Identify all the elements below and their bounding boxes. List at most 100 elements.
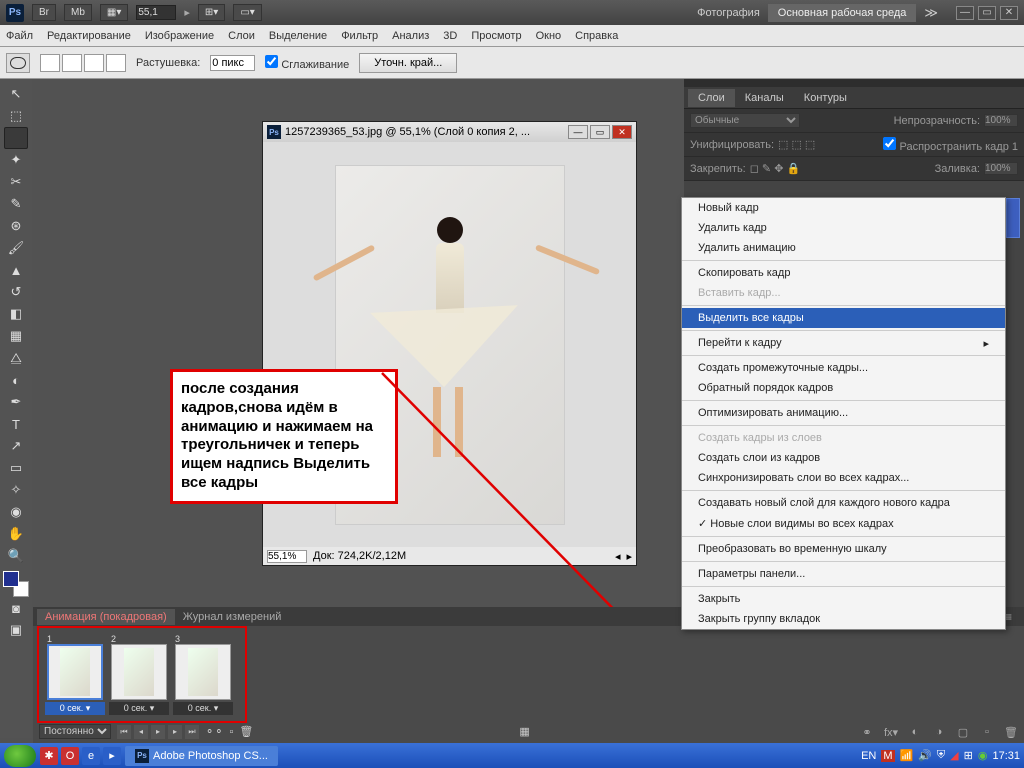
crop-tool[interactable]: ✂ bbox=[4, 171, 28, 193]
propagate-check[interactable]: Распространить кадр 1 bbox=[883, 137, 1018, 153]
menu-view[interactable]: Просмотр bbox=[471, 30, 521, 42]
menu-item[interactable]: Оптимизировать анимацию... bbox=[682, 403, 1005, 423]
blend-mode[interactable]: Обычные bbox=[690, 113, 800, 128]
menu-item[interactable]: Закрыть bbox=[682, 589, 1005, 609]
menu-item[interactable]: Преобразовать во временную шкалу bbox=[682, 539, 1005, 559]
antialias-check[interactable]: Сглаживание bbox=[265, 55, 349, 71]
opacity-input[interactable] bbox=[984, 114, 1018, 127]
close-icon[interactable]: ✕ bbox=[1000, 6, 1018, 20]
pen-tool[interactable]: ✒ bbox=[4, 391, 28, 413]
tray-gpu[interactable]: ⊞ bbox=[964, 749, 973, 762]
menu-item[interactable]: Выделить все кадры bbox=[682, 308, 1005, 328]
next-frame[interactable]: ▸ bbox=[168, 725, 182, 739]
menu-filter[interactable]: Фильтр bbox=[341, 30, 378, 42]
frame-3[interactable]: 30 сек. ▾ bbox=[173, 634, 233, 715]
viewextra-btn[interactable]: ⊞▾ bbox=[198, 4, 225, 21]
quickmask-tool[interactable]: ◙ bbox=[4, 597, 28, 619]
selection-mode-group[interactable] bbox=[40, 54, 126, 72]
color-swatches[interactable] bbox=[3, 571, 29, 597]
lock-icons[interactable]: ◻ ✎ ✥ 🔒 bbox=[750, 162, 800, 175]
gradient-tool[interactable]: ▦ bbox=[4, 325, 28, 347]
mask-icon[interactable]: ◐ bbox=[906, 724, 924, 740]
minibridge-btn[interactable]: Mb bbox=[64, 4, 92, 21]
zoom-tool[interactable]: 🔍 bbox=[4, 545, 28, 567]
type-tool[interactable]: T bbox=[4, 413, 28, 435]
group-icon[interactable]: ▢ bbox=[954, 724, 972, 740]
fill-input[interactable] bbox=[984, 162, 1018, 175]
zoom-input[interactable] bbox=[136, 5, 176, 20]
path-tool[interactable]: ↗ bbox=[4, 435, 28, 457]
marquee-tool[interactable]: ⬚ bbox=[4, 105, 28, 127]
menu-item[interactable]: Перейти к кадру bbox=[682, 333, 1005, 353]
menu-item[interactable]: Синхронизировать слои во всех кадрах... bbox=[682, 468, 1005, 488]
menu-edit[interactable]: Редактирование bbox=[47, 30, 131, 42]
menu-select[interactable]: Выделение bbox=[269, 30, 327, 42]
menu-3d[interactable]: 3D bbox=[443, 30, 457, 42]
last-frame[interactable]: ⏭ bbox=[185, 725, 199, 739]
lang-ind[interactable]: EN bbox=[861, 750, 876, 762]
task-photoshop[interactable]: Ps Adobe Photoshop CS... bbox=[125, 746, 278, 766]
tab-channels[interactable]: Каналы bbox=[735, 89, 794, 107]
maximize-icon[interactable]: ▭ bbox=[978, 6, 996, 20]
menu-item[interactable]: Создать промежуточные кадры... bbox=[682, 358, 1005, 378]
menu-analysis[interactable]: Анализ bbox=[392, 30, 429, 42]
ql-opera[interactable]: O bbox=[61, 747, 79, 765]
new-frame-btn[interactable]: ▫ bbox=[229, 726, 233, 738]
play[interactable]: ▸ bbox=[151, 725, 165, 739]
tray-av[interactable]: ◢ bbox=[950, 749, 958, 762]
tab-paths[interactable]: Контуры bbox=[794, 89, 857, 107]
adj-icon[interactable]: ◑ bbox=[930, 724, 948, 740]
menu-item[interactable]: Скопировать кадр bbox=[682, 263, 1005, 283]
loop-select[interactable]: Постоянно bbox=[39, 724, 111, 739]
tray-net[interactable]: 📶 bbox=[900, 749, 914, 762]
newlayer-icon[interactable]: ▫ bbox=[978, 724, 996, 740]
shape-tool[interactable]: ▭ bbox=[4, 457, 28, 479]
doc-close[interactable]: ✕ bbox=[612, 125, 632, 139]
menu-item[interactable]: Новые слои видимы во всех кадрах bbox=[682, 513, 1005, 534]
refine-edge-btn[interactable]: Уточн. край... bbox=[359, 53, 457, 73]
ql-ie[interactable]: ✱ bbox=[40, 747, 58, 765]
prev-frame[interactable]: ◂ bbox=[134, 725, 148, 739]
layer-thumb-selected[interactable] bbox=[1006, 198, 1020, 238]
menu-window[interactable]: Окно bbox=[536, 30, 562, 42]
scroll-right[interactable]: ▸ bbox=[626, 550, 632, 563]
tab-anim[interactable]: Анимация (покадровая) bbox=[37, 609, 175, 625]
menu-image[interactable]: Изображение bbox=[145, 30, 214, 42]
tab-layers[interactable]: Слои bbox=[688, 89, 735, 107]
menu-item[interactable]: Закрыть группу вкладок bbox=[682, 609, 1005, 629]
minimize-icon[interactable]: — bbox=[956, 6, 974, 20]
start-button[interactable] bbox=[4, 745, 36, 767]
lasso-tool[interactable] bbox=[4, 127, 28, 149]
menu-item[interactable]: Параметры панели... bbox=[682, 564, 1005, 584]
3d-tool[interactable]: ✧ bbox=[4, 479, 28, 501]
screenmode-btn[interactable]: ▦▾ bbox=[100, 4, 128, 21]
menu-layer[interactable]: Слои bbox=[228, 30, 255, 42]
expand-icon[interactable]: ≫ bbox=[924, 5, 938, 21]
zoom-arrow[interactable]: ▸ bbox=[184, 6, 190, 19]
eraser-tool[interactable]: ◧ bbox=[4, 303, 28, 325]
dodge-tool[interactable]: ◐ bbox=[4, 369, 28, 391]
unify-icons[interactable]: ⬚ ⬚ ⬚ bbox=[778, 138, 815, 151]
timeline-toggle[interactable]: ▦ bbox=[519, 725, 529, 738]
menu-item[interactable]: Обратный порядок кадров bbox=[682, 378, 1005, 398]
workspace-btn[interactable]: Основная рабочая среда bbox=[768, 4, 917, 22]
photo-label[interactable]: Фотография bbox=[697, 7, 760, 19]
tray-shield[interactable]: ⛨ bbox=[937, 749, 945, 762]
trash-icon[interactable]: 🗑 bbox=[1002, 724, 1020, 740]
healing-tool[interactable]: ⊛ bbox=[4, 215, 28, 237]
active-tool-icon[interactable] bbox=[6, 53, 30, 73]
tween-btn[interactable]: ⚬⚬ bbox=[205, 725, 223, 738]
doc-max[interactable]: ▭ bbox=[590, 125, 610, 139]
feather-input[interactable] bbox=[210, 55, 255, 71]
blur-tool[interactable]: ⧋ bbox=[4, 347, 28, 369]
menu-item[interactable]: Создать слои из кадров bbox=[682, 448, 1005, 468]
brush-tool[interactable]: 🖌 bbox=[4, 237, 28, 259]
frame-2[interactable]: 20 сек. ▾ bbox=[109, 634, 169, 715]
tray-vol[interactable]: 🔊 bbox=[918, 749, 932, 762]
first-frame[interactable]: ⏮ bbox=[117, 725, 131, 739]
scroll-left[interactable]: ◂ bbox=[615, 550, 621, 563]
menu-help[interactable]: Справка bbox=[575, 30, 618, 42]
hand-tool[interactable]: ✋ bbox=[4, 523, 28, 545]
menu-item[interactable]: Создавать новый слой для каждого нового … bbox=[682, 493, 1005, 513]
menu-item[interactable]: Удалить анимацию bbox=[682, 238, 1005, 258]
